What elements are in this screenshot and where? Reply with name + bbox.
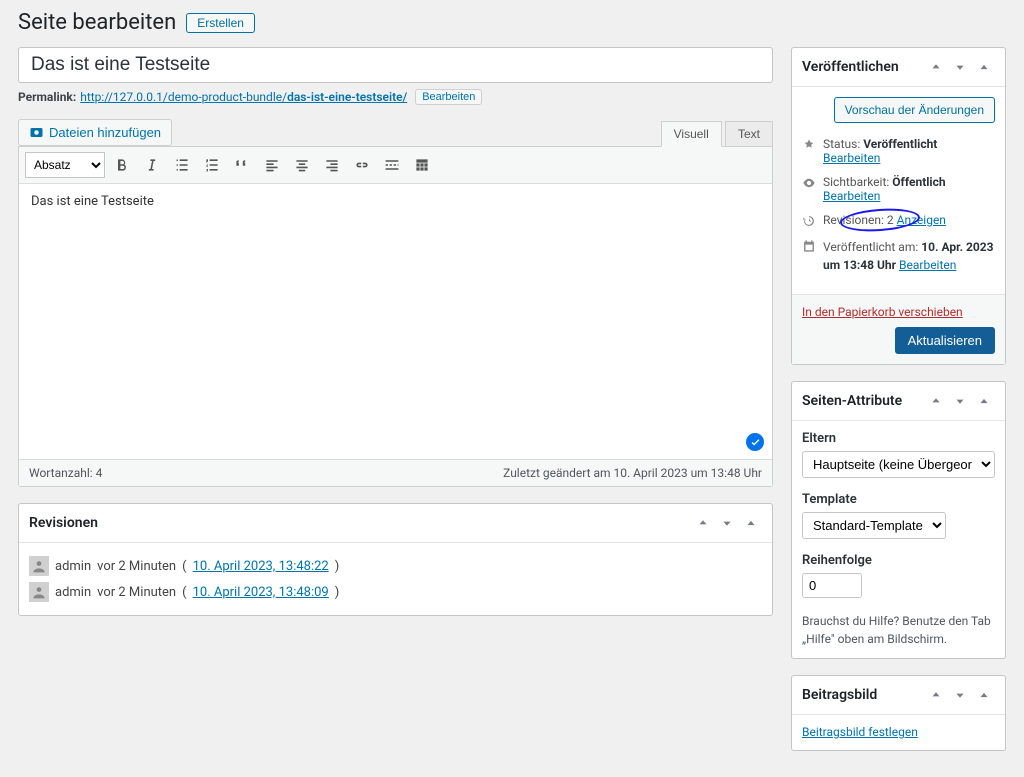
chevron-up-icon — [929, 688, 943, 702]
bold-button[interactable] — [109, 152, 135, 178]
move-up-button[interactable] — [925, 56, 947, 78]
revisions-count: 2 — [887, 213, 894, 227]
attributes-box-title: Seiten-Attribute — [802, 393, 902, 409]
post-title-input[interactable] — [18, 47, 773, 83]
published-edit-link[interactable]: Bearbeiten — [899, 258, 956, 272]
chevron-down-icon — [953, 688, 967, 702]
rev-ago: vor 2 Minuten — [97, 559, 176, 574]
format-select[interactable]: Absatz — [25, 152, 105, 178]
chevron-up-icon — [929, 394, 943, 408]
avatar-icon — [29, 582, 49, 602]
template-label: Template — [802, 492, 995, 507]
wordcount-label: Wortanzahl: — [29, 466, 93, 480]
status-label: Status: — [823, 137, 860, 151]
attributes-help-text: Brauchst du Hilfe? Benutze den Tab „Hilf… — [802, 612, 995, 648]
list-item: admin vor 2 Minuten (10. April 2023, 13:… — [29, 553, 762, 579]
permalink-base: http://127.0.0.1/demo-product-bundle/ — [80, 90, 287, 104]
tab-text[interactable]: Text — [725, 121, 773, 147]
chevron-down-icon — [953, 60, 967, 74]
set-featured-image-link[interactable]: Beitragsbild festlegen — [802, 725, 918, 739]
align-center-button[interactable] — [289, 152, 315, 178]
visibility-edit-link[interactable]: Bearbeiten — [823, 189, 880, 203]
parent-label: Eltern — [802, 431, 995, 446]
visibility-value: Öffentlich — [892, 175, 945, 189]
revisions-show-link[interactable]: Anzeigen — [897, 213, 946, 227]
move-up-button[interactable] — [925, 390, 947, 412]
quote-button[interactable] — [229, 152, 255, 178]
toggle-button[interactable] — [740, 512, 762, 534]
eye-icon — [802, 176, 816, 190]
wordcount-value: 4 — [96, 466, 103, 480]
triangle-up-icon — [977, 688, 991, 702]
last-modified-label: Zuletzt geändert am 10. April 2023 um 13… — [503, 466, 762, 480]
camera-icon — [29, 125, 44, 140]
page-title: Seite bearbeiten — [18, 10, 176, 35]
chevron-down-icon — [953, 394, 967, 408]
order-label: Reihenfolge — [802, 553, 995, 568]
permalink-link[interactable]: http://127.0.0.1/demo-product-bundle/das… — [80, 90, 407, 104]
publish-box-title: Veröffentlichen — [802, 59, 899, 75]
status-value: Veröffentlicht — [863, 137, 937, 151]
move-up-button[interactable] — [925, 684, 947, 706]
editor-content-area[interactable]: Das ist eine Testseite — [19, 184, 772, 459]
move-down-button[interactable] — [949, 684, 971, 706]
pin-icon — [802, 138, 816, 152]
move-up-button[interactable] — [692, 512, 714, 534]
italic-button[interactable] — [139, 152, 165, 178]
triangle-up-icon — [744, 516, 758, 530]
toolbar-toggle-button[interactable] — [409, 152, 435, 178]
rev-time-link[interactable]: 10. April 2023, 13:48:22 — [193, 559, 329, 574]
readmore-button[interactable] — [379, 152, 405, 178]
parent-select[interactable]: Hauptseite (keine Übergeordnete) — [802, 451, 995, 478]
toggle-button[interactable] — [973, 56, 995, 78]
rev-author: admin — [55, 585, 91, 600]
bullet-list-button[interactable] — [169, 152, 195, 178]
list-item: admin vor 2 Minuten (10. April 2023, 13:… — [29, 579, 762, 605]
trash-link[interactable]: In den Papierkorb verschieben — [802, 305, 963, 319]
add-media-label: Dateien hinzufügen — [49, 125, 161, 140]
permalink-slug: das-ist-eine-testseite/ — [287, 90, 407, 104]
preview-changes-button[interactable]: Vorschau der Änderungen — [834, 97, 995, 123]
chevron-up-icon — [929, 60, 943, 74]
save-indicator-icon — [746, 433, 764, 451]
toggle-button[interactable] — [973, 684, 995, 706]
align-left-button[interactable] — [259, 152, 285, 178]
calendar-icon — [802, 239, 816, 253]
published-label: Veröffentlicht am: — [823, 240, 918, 254]
avatar-icon — [29, 556, 49, 576]
align-right-button[interactable] — [319, 152, 345, 178]
permalink-edit-button[interactable]: Bearbeiten — [415, 89, 482, 105]
chevron-up-icon — [696, 516, 710, 530]
chevron-down-icon — [720, 516, 734, 530]
revisions-label: Revisionen: — [823, 213, 884, 227]
rev-ago: vor 2 Minuten — [97, 585, 176, 600]
template-select[interactable]: Standard-Template — [802, 512, 946, 539]
editor-text: Das ist eine Testseite — [31, 194, 154, 209]
rev-time-link[interactable]: 10. April 2023, 13:48:09 — [193, 585, 329, 600]
rev-author: admin — [55, 559, 91, 574]
visibility-label: Sichtbarkeit: — [823, 175, 889, 189]
order-input[interactable] — [802, 573, 862, 598]
add-media-button[interactable]: Dateien hinzufügen — [18, 119, 172, 146]
permalink-label: Permalink: — [18, 90, 76, 104]
status-edit-link[interactable]: Bearbeiten — [823, 151, 880, 165]
featured-box-title: Beitragsbild — [802, 687, 877, 703]
history-icon — [802, 214, 816, 228]
move-down-button[interactable] — [716, 512, 738, 534]
create-button[interactable]: Erstellen — [186, 13, 255, 33]
move-down-button[interactable] — [949, 390, 971, 412]
triangle-up-icon — [977, 394, 991, 408]
tab-visual[interactable]: Visuell — [661, 121, 722, 147]
toggle-button[interactable] — [973, 390, 995, 412]
move-down-button[interactable] — [949, 56, 971, 78]
numbered-list-button[interactable] — [199, 152, 225, 178]
update-button[interactable]: Aktualisieren — [895, 327, 995, 354]
revisions-box-title: Revisionen — [29, 515, 98, 531]
link-button[interactable] — [349, 152, 375, 178]
triangle-up-icon — [977, 60, 991, 74]
